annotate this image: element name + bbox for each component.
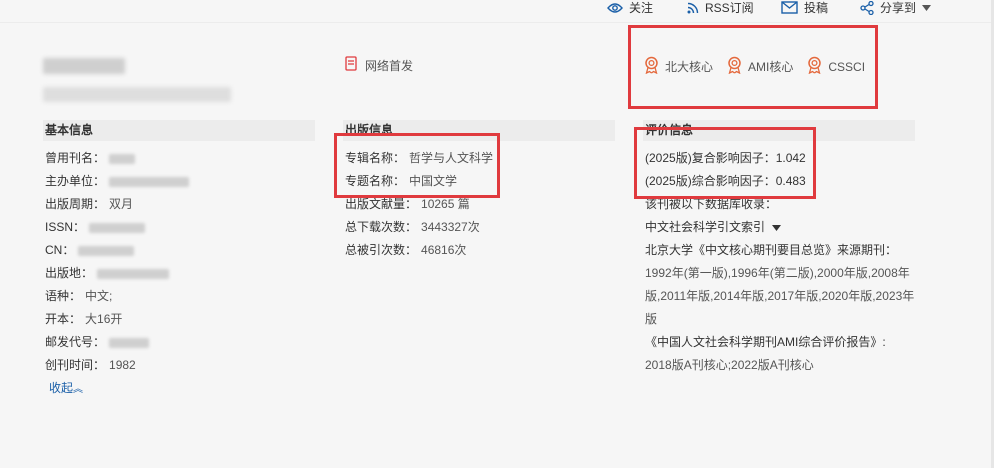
info-row-sponsor: 主办单位： — [45, 170, 190, 193]
pub-row-citations: 总被引次数： 46816次 — [345, 243, 467, 257]
envelope-icon — [781, 1, 798, 14]
caret-down-icon — [768, 220, 782, 234]
pku-years-line-3: 版 — [645, 312, 658, 326]
rss-icon — [687, 2, 699, 14]
rss-button[interactable]: RSS订阅 — [687, 0, 754, 15]
online-first-tag[interactable]: 网络首发 — [345, 56, 413, 74]
basic-info-heading: 基本信息 — [43, 120, 315, 141]
ami-years: 2018版A刊核心;2022版A刊核心 — [645, 358, 814, 372]
info-row-cn: CN： — [45, 239, 189, 262]
document-icon — [345, 56, 357, 74]
pku-years-line-1: 1992年(第一版),1996年(第二版),2000年版,2008年 — [645, 266, 910, 280]
pku-source-label: 北京大学《中文核心期刊要目总览》来源期刊： — [645, 243, 898, 257]
pub-row-downloads: 总下载次数： 3443327次 — [345, 220, 480, 234]
share-label: 分享到 — [880, 1, 917, 15]
journal-title-redacted — [43, 58, 125, 74]
info-row-format: 开本： 大16开 — [45, 312, 123, 326]
info-row-place: 出版地： — [45, 262, 189, 285]
info-row-former-name: 曾用刊名： — [45, 147, 189, 170]
basic-info-list: 曾用刊名： 主办单位： 出版周期： 双月 ISSN： CN： 出版地： 语种： 中文… — [45, 147, 190, 400]
collapse-toggle[interactable]: 收起︽ — [45, 377, 189, 400]
database-dropdown[interactable]: 中文社会科学引文索引 — [645, 216, 914, 239]
redacted-value — [89, 222, 146, 233]
info-row-language: 语种： 中文; — [45, 289, 113, 303]
pku-years-line-2: 版,2011年版,2014年版,2017年版,2020年版,2023年 — [645, 289, 915, 303]
follow-label: 关注 — [629, 1, 654, 15]
eye-icon — [607, 2, 623, 14]
redacted-value — [109, 176, 190, 187]
follow-button[interactable]: 关注 — [607, 0, 653, 15]
top-toolbar — [0, 0, 994, 23]
submit-label: 投稿 — [804, 1, 829, 15]
share-button[interactable]: 分享到 — [860, 0, 932, 15]
info-row-postal-code: 邮发代号： — [45, 331, 189, 354]
caret-down-icon — [922, 4, 932, 11]
collapse-label[interactable]: 收起 — [49, 381, 73, 395]
submit-button[interactable]: 投稿 — [781, 0, 828, 15]
redacted-value — [109, 153, 136, 164]
share-icon — [860, 0, 874, 15]
online-first-label: 网络首发 — [365, 58, 414, 73]
highlight-box-impact — [634, 127, 816, 199]
info-row-cycle: 出版周期： 双月 — [45, 197, 134, 211]
info-row-issn: ISSN： — [45, 216, 189, 239]
info-row-founded: 创刊时间： 1982 — [45, 358, 136, 372]
rss-label: RSS订阅 — [705, 1, 754, 15]
highlight-box-badges — [628, 25, 878, 109]
redacted-value — [109, 337, 150, 348]
journal-subtitle-redacted — [43, 87, 231, 102]
highlight-box-series — [334, 133, 500, 198]
chevron-up-double-icon: ︽ — [73, 384, 84, 395]
redacted-value — [78, 245, 135, 256]
redacted-value — [97, 268, 170, 279]
ami-report-label: 《中国人文社会科学期刊AMI综合评价报告》: — [645, 335, 886, 349]
